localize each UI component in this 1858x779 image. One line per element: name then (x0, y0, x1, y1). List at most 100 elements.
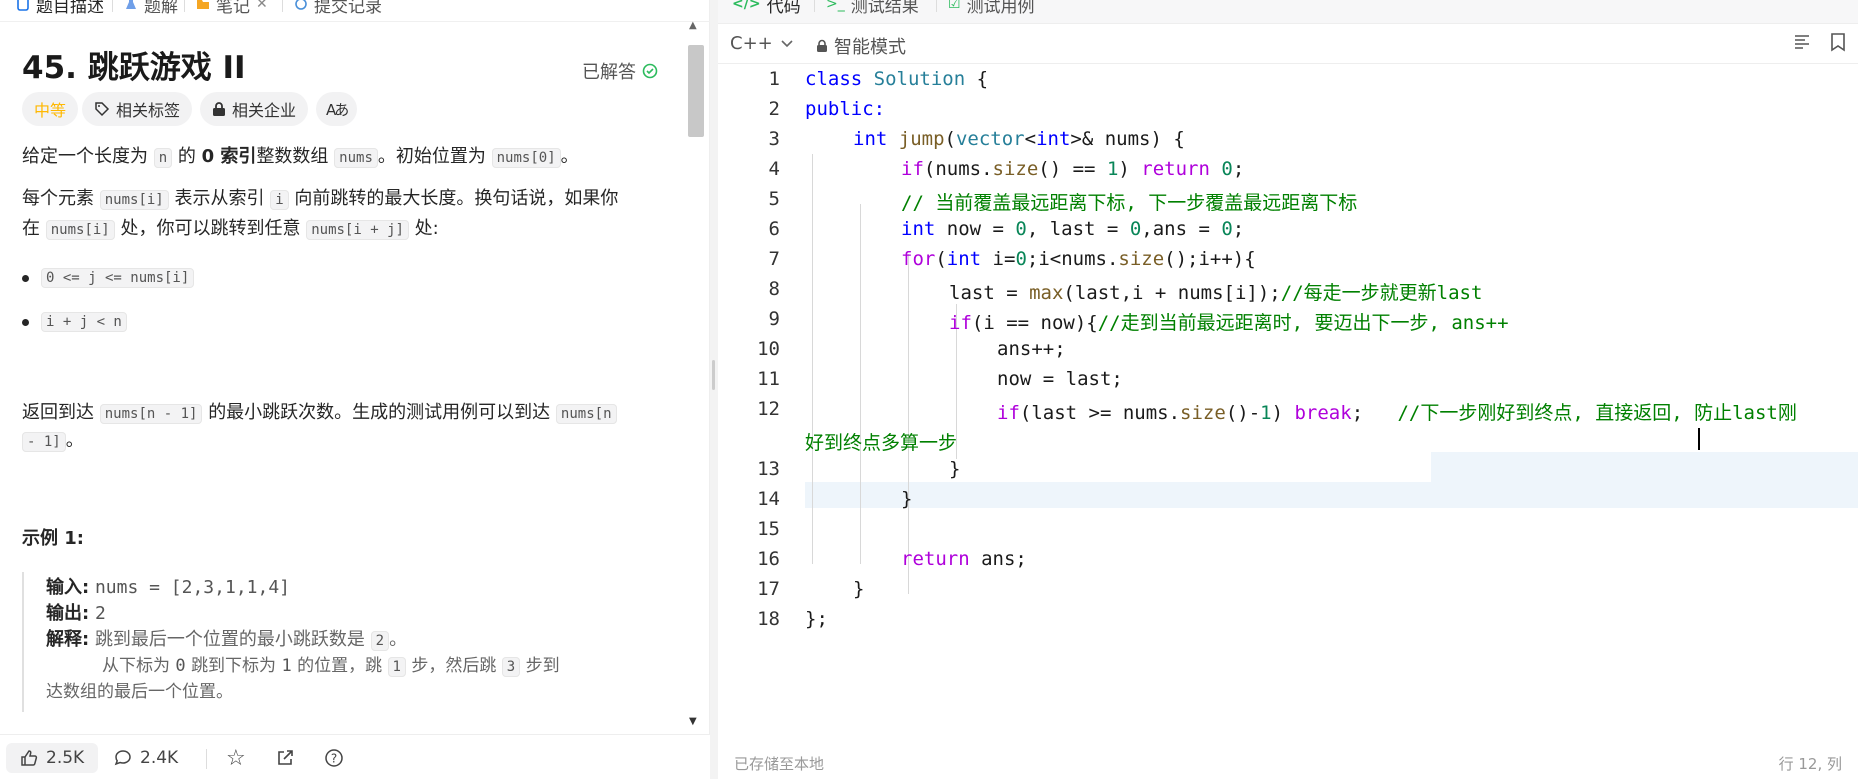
token: // 当前覆盖最远距离下标, 下一步覆盖最远距离下标 (901, 192, 1358, 214)
code-line: if(last >= nums.size()-1) break; //下一步刚好… (997, 398, 1797, 425)
difficulty-label: 中等 (34, 101, 67, 120)
token: ( (935, 248, 947, 270)
related-tags-chip[interactable]: 相关标签 (82, 92, 193, 126)
line-number: 5 (768, 188, 780, 210)
tab-submissions-label: 提交记录 (314, 0, 382, 17)
problem-content[interactable]: 45. 跳跃游戏 II 已解答 中等 相关标签 相关企业 Aあ 给定一个长度为 … (0, 22, 710, 734)
token: vector (955, 128, 1025, 150)
scroll-down-icon[interactable]: ▼ (689, 716, 697, 727)
example-title: 示例 1: (22, 528, 84, 549)
bookmark-icon[interactable] (1830, 32, 1846, 52)
line-number: 11 (757, 368, 780, 390)
description-icon (17, 0, 29, 11)
text: 跳到下标为 (191, 656, 277, 676)
like-button[interactable]: 2.5K (6, 743, 99, 773)
tab-description-label: 题目描述 (36, 0, 104, 17)
tab-solutions-label: 题解 (144, 0, 178, 17)
close-icon[interactable]: ✕ (256, 0, 268, 12)
smart-mode-toggle[interactable]: 智能模式 (816, 33, 906, 59)
code-line-wrap: 好到终点多算一步 (805, 428, 957, 455)
difficulty-badge[interactable]: 中等 (22, 92, 79, 126)
token: ,ans = (1141, 218, 1222, 240)
constraint-bullet: 0 <= j <= nums[i] (22, 268, 195, 288)
text: 的最小跳跃次数。生成的测试用例可以到达 (208, 402, 551, 423)
token: ) (1118, 158, 1142, 180)
code-editor[interactable]: 1 2 3 4 5 6 7 8 9 10 11 12 13 14 15 16 1… (718, 64, 1858, 732)
line-number: 7 (768, 248, 780, 270)
text: 整数数组 (256, 146, 329, 167)
line-number: 17 (757, 578, 780, 600)
token: < (1024, 128, 1037, 150)
token: } (949, 458, 961, 480)
line-number: 18 (757, 608, 780, 630)
code-line: } (853, 578, 864, 600)
cursor-position: 行 12, 列 (1778, 755, 1842, 773)
line-number: 2 (768, 98, 780, 120)
token: 1 (1260, 402, 1272, 424)
inline-code: 1 (387, 657, 406, 677)
tab-code-label: 代码 (766, 0, 801, 17)
translate-chip[interactable]: Aあ (316, 92, 358, 126)
code-line: for(int i=0;i<nums.size();i++){ (901, 248, 1256, 270)
token: 0 (1221, 158, 1233, 180)
like-count: 2.5K (46, 748, 85, 768)
token: int (1036, 128, 1071, 150)
language-label: C++ (730, 33, 773, 54)
chevron-down-icon (781, 39, 793, 47)
comments-button[interactable]: 2.4K (114, 743, 178, 773)
tag-icon (95, 102, 110, 117)
scroll-up-icon[interactable]: ▲ (689, 20, 697, 31)
example-output-value: 2 (94, 603, 106, 624)
tab-separator (936, 0, 937, 12)
token: ans; (981, 548, 1027, 570)
format-icon[interactable] (1792, 32, 1812, 52)
code-icon: </> (732, 0, 761, 12)
tab-code[interactable]: </> 代码 (732, 0, 801, 17)
toolbar-actions (1792, 32, 1846, 52)
token: int (946, 248, 993, 270)
inline-code: - 1] (22, 432, 66, 452)
description-paragraph-1: 给定一个长度为 n 的 0 索引整数数组 nums 。初始位置为 nums[0]。 (22, 142, 579, 173)
share-button[interactable] (276, 743, 294, 773)
example-block: 输入: nums = [2,3,1,1,4] 输出: 2 解释: 跳到最后一个位… (22, 572, 662, 712)
tab-description[interactable]: 题目描述 (16, 0, 104, 17)
text: 步，然后跳 (411, 656, 497, 676)
tab-test-result[interactable]: >_ 测试结果 (826, 0, 919, 17)
tab-notes[interactable]: 笔记 ✕ (196, 0, 268, 17)
related-companies-chip[interactable]: 相关企业 (200, 92, 309, 126)
scrollbar-thumb[interactable] (688, 45, 704, 137)
token: for (901, 248, 936, 270)
tab-submissions[interactable]: 提交记录 (294, 0, 382, 17)
indent-guide (812, 154, 813, 564)
token: 1 (1106, 158, 1119, 180)
line-highlight (805, 482, 1858, 508)
text: 返回到达 (22, 402, 94, 423)
inline-code: nums[n - 1] (99, 404, 203, 424)
text: 从下标为 (102, 656, 170, 676)
editor-toolbar: C++ 智能模式 (718, 24, 1858, 64)
token: //下一步刚好到终点, 直接返回, 防止last刚 (1397, 402, 1797, 424)
language-select[interactable]: C++ (730, 33, 793, 54)
line-number: 8 (768, 278, 780, 300)
text: 0 (175, 656, 186, 676)
editor-status-bar: 已存储至本地 行 12, 列 (718, 748, 1858, 779)
comment-count: 2.4K (140, 748, 179, 768)
problem-title[interactable]: 45. 跳跃游戏 II (22, 42, 246, 87)
example-input: 输入: nums = [2,3,1,1,4] (46, 576, 290, 600)
favorite-button[interactable]: ☆ (226, 743, 246, 773)
code-line: public: (805, 98, 885, 120)
token: () == (1038, 158, 1107, 180)
help-button[interactable]: ? (324, 743, 344, 773)
text: 处: (414, 218, 439, 239)
svg-text:?: ? (331, 752, 337, 766)
token: >& nums) { (1070, 128, 1185, 150)
inline-code: 2 (370, 631, 390, 651)
text: 的 (177, 146, 196, 167)
token: ;i<nums. (1026, 248, 1119, 270)
resize-handle[interactable] (712, 360, 715, 390)
text-cursor (1698, 428, 1700, 450)
tab-test-cases[interactable]: ☑ 测试用例 (948, 0, 1035, 17)
tab-solutions[interactable]: 题解 (124, 0, 178, 17)
token: (last,i + nums[i]); (1063, 282, 1281, 304)
text: 在 (22, 218, 40, 239)
